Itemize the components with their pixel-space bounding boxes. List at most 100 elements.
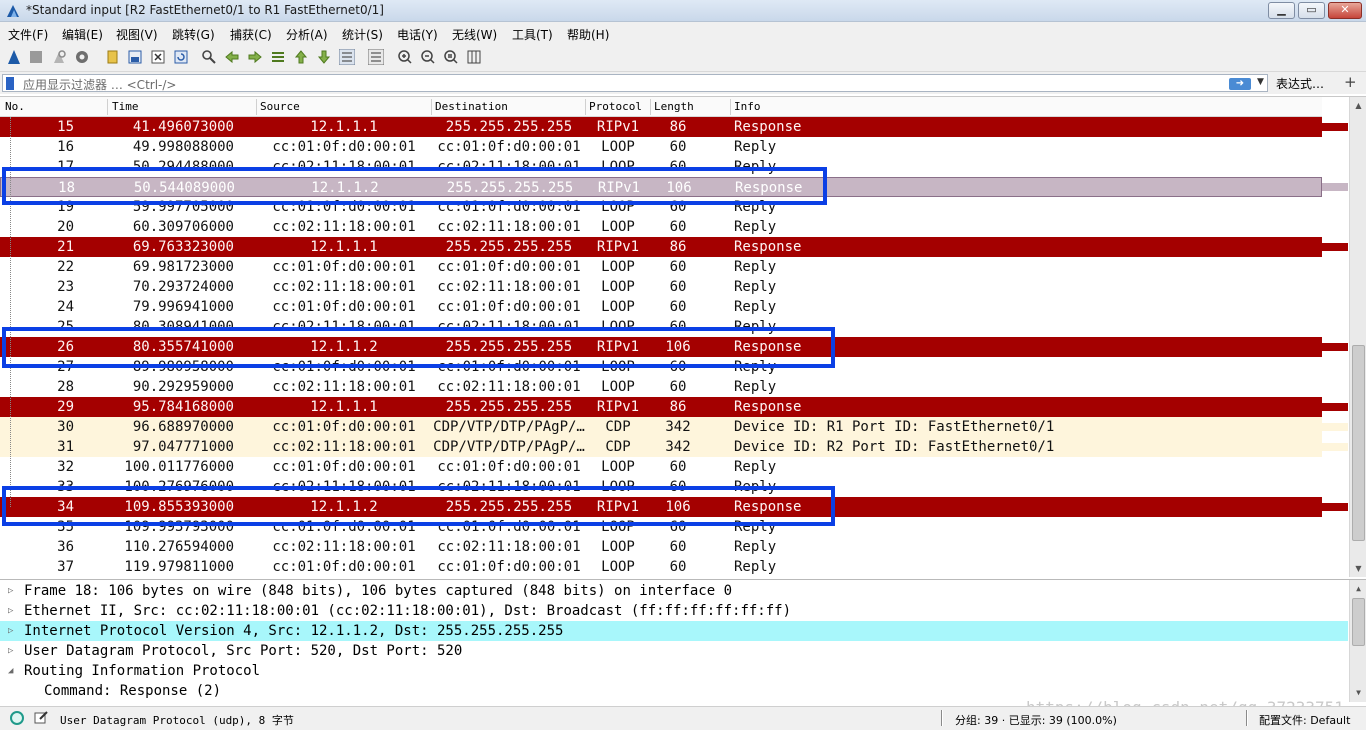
column-divider[interactable] (431, 99, 432, 115)
colorize-icon[interactable] (368, 49, 384, 65)
menu-file[interactable]: 文件(F) (8, 26, 48, 43)
save-file-icon[interactable] (127, 49, 143, 65)
column-header-destination[interactable]: Destination (435, 100, 508, 113)
auto-scroll-icon[interactable] (339, 49, 355, 65)
filter-bookmark-icon[interactable] (6, 77, 14, 90)
scroll-up-icon[interactable]: ▲ (1350, 580, 1366, 597)
expert-info-icon[interactable] (10, 711, 24, 725)
add-filter-button[interactable]: + (1344, 73, 1357, 91)
column-header-time[interactable]: Time (112, 100, 139, 113)
packet-cell-time: 110.276594000 (124, 539, 234, 555)
zoom-in-icon[interactable] (397, 49, 413, 65)
column-header-length[interactable]: Length (654, 100, 694, 113)
packet-row[interactable]: 30 96.688970000 cc:01:0f:d0:00:01 CDP/VTP/D… (0, 417, 1322, 437)
scroll-thumb[interactable] (1352, 598, 1365, 646)
apply-filter-arrow-icon[interactable]: ➜ (1229, 78, 1251, 90)
display-filter-input[interactable]: 应用显示过滤器 … <Ctrl-/> ➜ ▼ (2, 74, 1268, 92)
status-divider (1246, 710, 1248, 726)
collapsed-arrow-icon[interactable]: ▷ (8, 621, 13, 641)
packet-cell-dst: 255.255.255.255 (445, 239, 573, 255)
scroll-down-icon[interactable]: ▼ (1350, 560, 1366, 577)
detail-rip[interactable]: ◢ Routing Information Protocol (0, 661, 1348, 681)
column-divider[interactable] (256, 99, 257, 115)
scroll-up-icon[interactable]: ▲ (1350, 97, 1366, 114)
restart-capture-icon[interactable] (51, 49, 67, 65)
packet-row[interactable]: 32 100.011776000 cc:01:0f:d0:00:01 cc:01:0f… (0, 457, 1322, 477)
open-folder-icon[interactable] (104, 49, 120, 65)
close-button[interactable]: ✕ (1328, 2, 1362, 19)
expression-button[interactable]: 表达式… (1276, 75, 1324, 92)
annotation-box (2, 486, 835, 526)
find-packet-icon[interactable] (201, 49, 217, 65)
go-back-icon[interactable] (224, 49, 240, 65)
packet-row[interactable]: 15 41.496073000 12.1.1.1 255.255.255.255 RIP… (0, 117, 1322, 137)
menu-go[interactable]: 跳转(G) (172, 26, 215, 43)
packet-row[interactable]: 24 79.996941000 cc:01:0f:d0:00:01 cc:01:0f:… (0, 297, 1322, 317)
packet-row[interactable]: 21 69.763323000 12.1.1.1 255.255.255.255 RIP… (0, 237, 1322, 257)
packet-cell-time: 79.996941000 (132, 299, 234, 315)
detail-ipv4[interactable]: ▷ Internet Protocol Version 4, Src: 12.1… (0, 621, 1348, 641)
detail-frame[interactable]: ▷ Frame 18: 106 bytes on wire (848 bits)… (0, 581, 1348, 601)
close-file-icon[interactable] (150, 49, 166, 65)
menu-view[interactable]: 视图(V) (116, 26, 158, 43)
menu-help[interactable]: 帮助(H) (567, 26, 609, 43)
column-divider[interactable] (650, 99, 651, 115)
go-forward-icon[interactable] (247, 49, 263, 65)
details-scrollbar[interactable]: ▲ ▼ (1349, 580, 1366, 702)
packet-details-pane[interactable]: ▷ Frame 18: 106 bytes on wire (848 bits)… (0, 579, 1366, 702)
minimize-button[interactable]: ▁ (1268, 2, 1295, 19)
packet-row[interactable]: 28 90.292959000 cc:02:11:18:00:01 cc:02:11:… (0, 377, 1322, 397)
packet-row[interactable]: 31 97.047771000 cc:02:11:18:00:01 CDP/VTP/D… (0, 437, 1322, 457)
packet-row[interactable]: 23 70.293724000 cc:02:11:18:00:01 cc:02:11:… (0, 277, 1322, 297)
packet-cell-info: Reply (734, 539, 777, 555)
expanded-arrow-icon[interactable]: ◢ (8, 661, 13, 681)
options-gear-icon[interactable] (74, 49, 90, 65)
packet-row[interactable]: 16 49.998088000 cc:01:0f:d0:00:01 cc:01:0f:… (0, 137, 1322, 157)
start-capture-icon[interactable] (6, 49, 22, 65)
menu-wireless[interactable]: 无线(W) (452, 26, 497, 43)
packet-list-scrollbar[interactable]: ▲ ▼ (1349, 97, 1366, 577)
resize-columns-icon[interactable] (466, 49, 482, 65)
packet-row[interactable]: 36 110.276594000 cc:02:11:18:00:01 cc:02:11… (0, 537, 1322, 557)
column-divider[interactable] (585, 99, 586, 115)
packet-cell-info: Response (734, 399, 802, 415)
go-to-packet-icon[interactable] (270, 49, 286, 65)
last-packet-icon[interactable] (316, 49, 332, 65)
collapsed-arrow-icon[interactable]: ▷ (8, 641, 13, 661)
maximize-button[interactable]: ▭ (1298, 2, 1325, 19)
column-header-info[interactable]: Info (734, 100, 761, 113)
column-header-no[interactable]: No. (5, 100, 25, 113)
column-header-source[interactable]: Source (260, 100, 300, 113)
detail-udp[interactable]: ▷ User Datagram Protocol, Src Port: 520,… (0, 641, 1348, 661)
packet-row[interactable]: 29 95.784168000 12.1.1.1 255.255.255.255 RIP… (0, 397, 1322, 417)
packet-cell-time: 97.047771000 (132, 439, 234, 455)
collapsed-arrow-icon[interactable]: ▷ (8, 581, 13, 601)
zoom-out-icon[interactable] (420, 49, 436, 65)
status-profile[interactable]: 配置文件: Default (1259, 712, 1350, 728)
capture-comment-icon[interactable] (34, 710, 48, 724)
scroll-down-icon[interactable]: ▼ (1350, 684, 1366, 701)
column-divider[interactable] (730, 99, 731, 115)
reload-icon[interactable] (173, 49, 189, 65)
packet-cell-time: 96.688970000 (132, 419, 234, 435)
menu-telephony[interactable]: 电话(Y) (397, 26, 438, 43)
detail-ethernet[interactable]: ▷ Ethernet II, Src: cc:02:11:18:00:01 (c… (0, 601, 1348, 621)
stop-capture-icon[interactable] (28, 49, 44, 65)
packet-minimap[interactable] (1322, 117, 1348, 577)
column-header-protocol[interactable]: Protocol (589, 100, 642, 113)
column-divider[interactable] (107, 99, 108, 115)
packet-row[interactable]: 22 69.981723000 cc:01:0f:d0:00:01 cc:01:0f:… (0, 257, 1322, 277)
scroll-thumb[interactable] (1352, 345, 1365, 541)
packet-row[interactable]: 20 60.309706000 cc:02:11:18:00:01 cc:02:11:… (0, 217, 1322, 237)
zoom-normal-icon[interactable] (443, 49, 459, 65)
packet-row[interactable]: 37 119.979811000 cc:01:0f:d0:00:01 cc:01:0f… (0, 557, 1322, 577)
collapsed-arrow-icon[interactable]: ▷ (8, 601, 13, 621)
window-title: *Standard input [R2 FastEthernet0/1 to R… (26, 3, 384, 17)
menu-capture[interactable]: 捕获(C) (230, 26, 272, 43)
first-packet-icon[interactable] (293, 49, 309, 65)
menu-statistics[interactable]: 统计(S) (342, 26, 383, 43)
menu-analyze[interactable]: 分析(A) (286, 26, 328, 43)
menu-tools[interactable]: 工具(T) (512, 26, 553, 43)
filter-dropdown-icon[interactable]: ▼ (1257, 77, 1264, 87)
menu-edit[interactable]: 编辑(E) (62, 26, 103, 43)
